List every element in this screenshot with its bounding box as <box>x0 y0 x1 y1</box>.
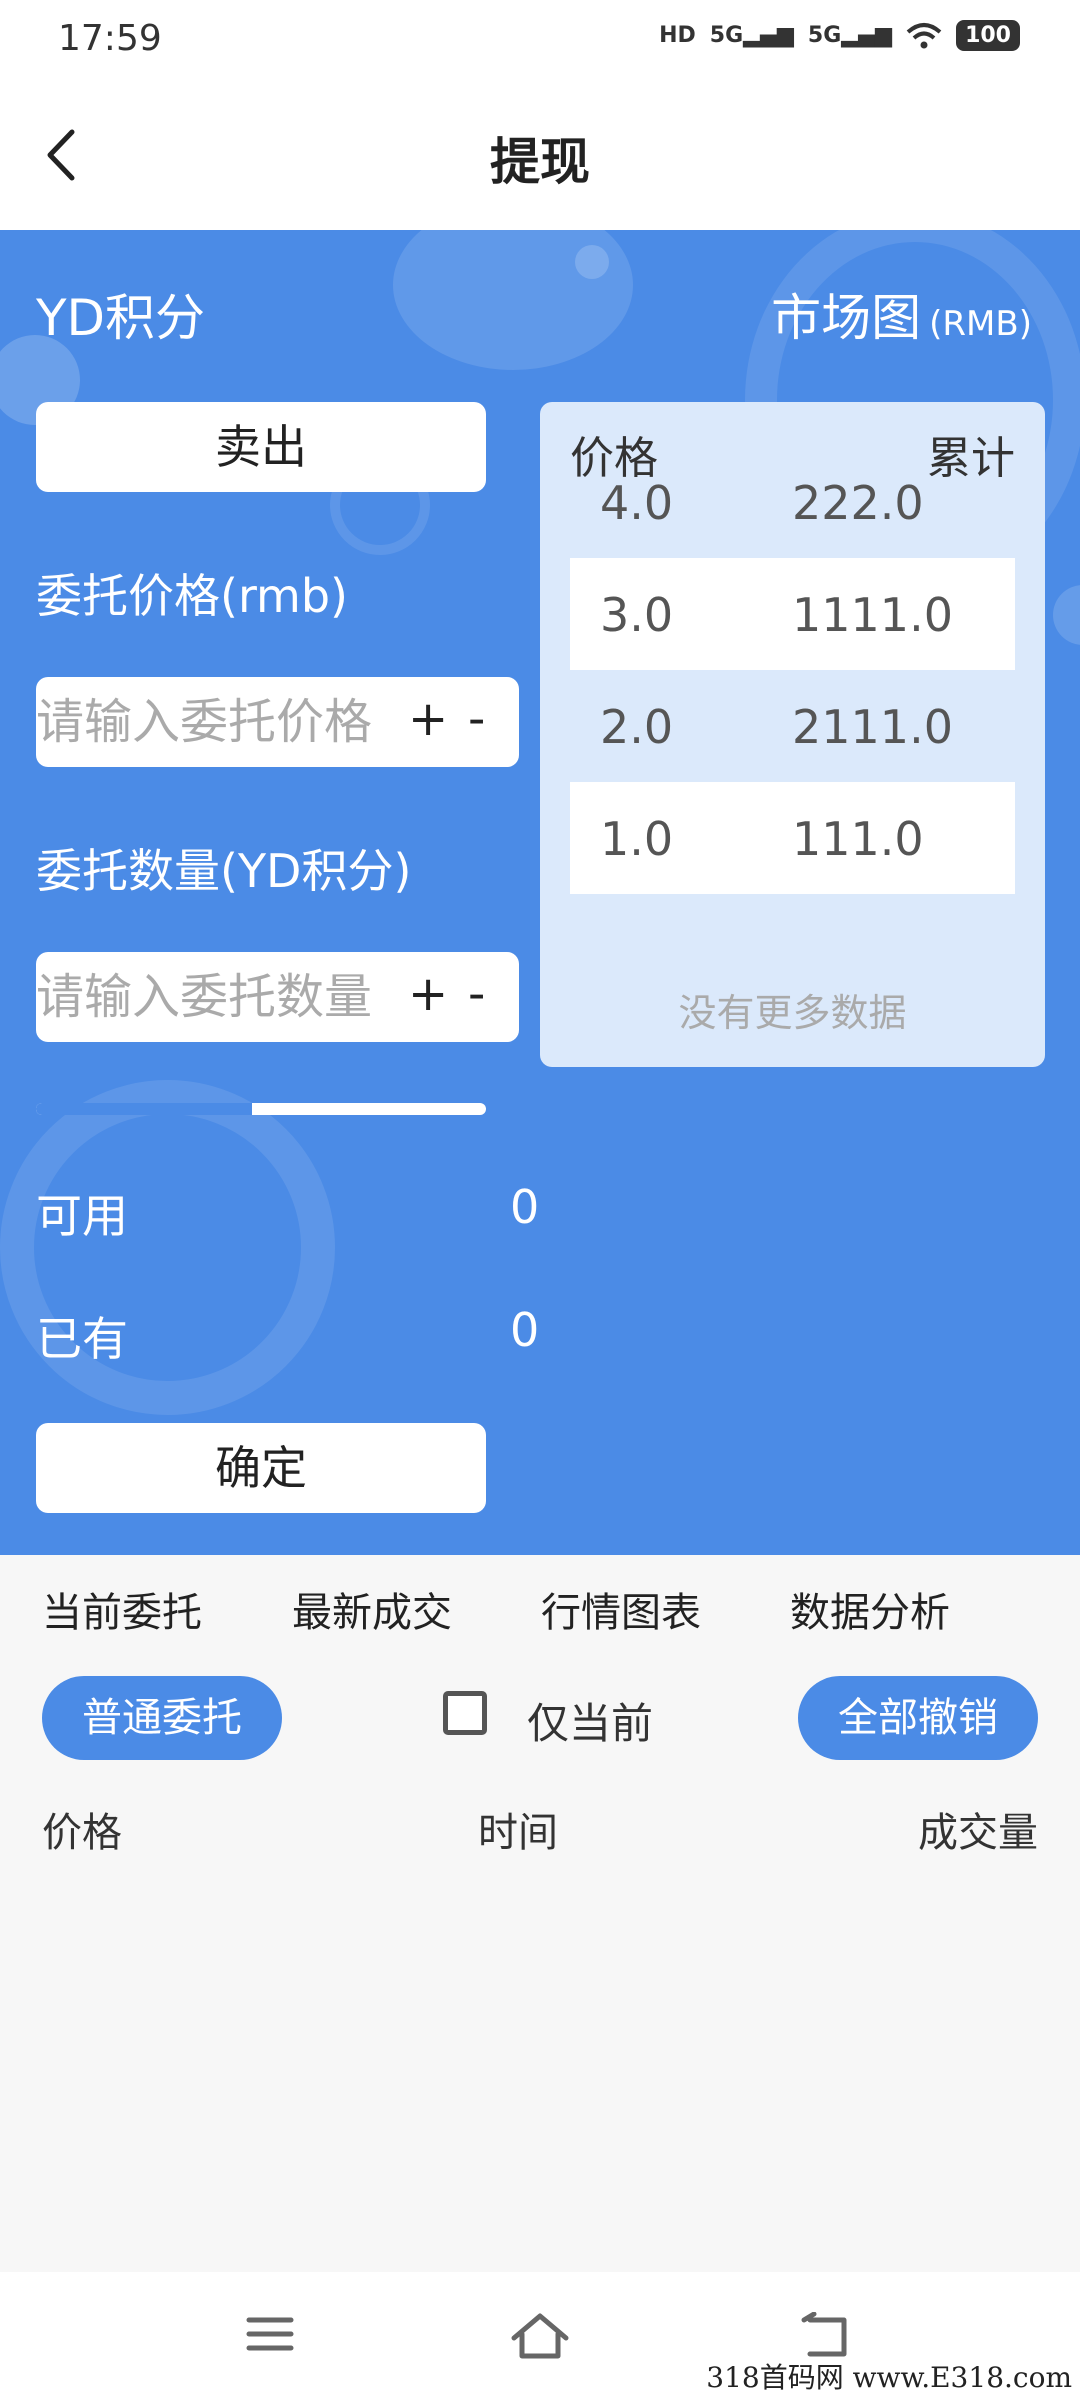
trade-panel: YD积分 市场图(RMB) 卖出 委托价格(rmb) + - 委托数量(YD积分… <box>0 230 1080 1555</box>
market-row-price: 4.0 <box>600 476 674 530</box>
market-title-text: 市场图 <box>771 289 922 347</box>
only-current-label: 仅当前 <box>527 1699 654 1748</box>
battery-icon: 100 <box>956 20 1020 51</box>
price-plus-button[interactable]: + <box>408 691 448 747</box>
market-row-price: 3.0 <box>600 588 674 642</box>
owned-label: 已有 <box>36 1312 128 1366</box>
orders-col-price: 价格 <box>42 1810 122 1856</box>
decor-bubble <box>1053 585 1080 645</box>
home-icon[interactable] <box>510 2312 570 2362</box>
status-bar: 17:59 HD 5G▂▄▆ 5G▂▄▆ 100 <box>0 0 1080 80</box>
decor-bubble <box>575 245 609 279</box>
asset-name: YD积分 <box>36 289 206 347</box>
wifi-icon <box>906 22 942 48</box>
market-row-price: 2.0 <box>600 700 674 754</box>
market-row: 2.0 2111.0 <box>570 670 1015 782</box>
price-input[interactable] <box>36 677 406 767</box>
market-row: 1.0 111.0 <box>570 782 1015 894</box>
market-row-total: 111.0 <box>792 812 924 866</box>
market-depth-card: 价格 累计 4.0 222.0 3.0 1111.0 2.0 2111.0 1.… <box>540 402 1045 1067</box>
price-label: 委托价格(rmb) <box>36 569 349 623</box>
price-minus-button[interactable]: - <box>468 691 485 747</box>
market-row: 3.0 1111.0 <box>570 558 1015 670</box>
quantity-input-group: + - <box>36 952 519 1042</box>
market-row-total: 222.0 <box>792 476 924 530</box>
available-label: 可用 <box>36 1189 128 1243</box>
market-row: 4.0 222.0 <box>570 446 1015 558</box>
menu-icon[interactable] <box>245 2312 295 2356</box>
tab-current-orders[interactable]: 当前委托 <box>42 1580 202 1638</box>
back-nav-icon[interactable] <box>800 2312 852 2360</box>
order-tabs: 当前委托 最新成交 行情图表 数据分析 <box>0 1580 1080 1660</box>
tab-market-chart[interactable]: 行情图表 <box>541 1580 701 1638</box>
price-input-group: + - <box>36 677 519 767</box>
quantity-label: 委托数量(YD积分) <box>36 844 412 898</box>
watermark: 318首码网 www.E318.com <box>706 2361 1072 2394</box>
quantity-minus-button[interactable]: - <box>468 966 485 1022</box>
cancel-all-button[interactable]: 全部撤销 <box>798 1676 1038 1760</box>
owned-value: 0 <box>510 1303 540 1357</box>
status-icons: HD 5G▂▄▆ 5G▂▄▆ 100 <box>659 20 1020 51</box>
slider-fill <box>36 1103 252 1115</box>
signal-icon-sim2: 5G▂▄▆ <box>807 23 893 48</box>
market-title: 市场图 (RMB) <box>771 278 1032 350</box>
market-unit: (RMB) <box>929 304 1032 344</box>
status-time: 17:59 <box>58 18 162 59</box>
hd-icon: HD <box>659 23 696 48</box>
confirm-button[interactable]: 确定 <box>36 1423 486 1513</box>
quantity-plus-button[interactable]: + <box>408 966 448 1022</box>
sell-button[interactable]: 卖出 <box>36 402 486 492</box>
quantity-input[interactable] <box>36 952 406 1042</box>
page-title: 提现 <box>490 133 590 191</box>
normal-order-button[interactable]: 普通委托 <box>42 1676 282 1760</box>
nav-bar: 提现 <box>0 80 1080 230</box>
quantity-slider[interactable] <box>36 1103 486 1115</box>
market-empty-text: 没有更多数据 <box>678 991 907 1035</box>
market-row-total: 2111.0 <box>792 700 953 754</box>
market-row-total: 1111.0 <box>792 588 953 642</box>
only-current-checkbox[interactable] <box>443 1691 487 1735</box>
orders-col-time: 时间 <box>478 1810 558 1856</box>
tab-data-analysis[interactable]: 数据分析 <box>790 1580 950 1638</box>
orders-col-volume: 成交量 <box>918 1810 1038 1856</box>
available-value: 0 <box>510 1180 540 1234</box>
market-row-price: 1.0 <box>600 812 674 866</box>
signal-icon-sim1: 5G▂▄▆ <box>709 23 794 48</box>
tab-latest-trades[interactable]: 最新成交 <box>292 1580 452 1638</box>
